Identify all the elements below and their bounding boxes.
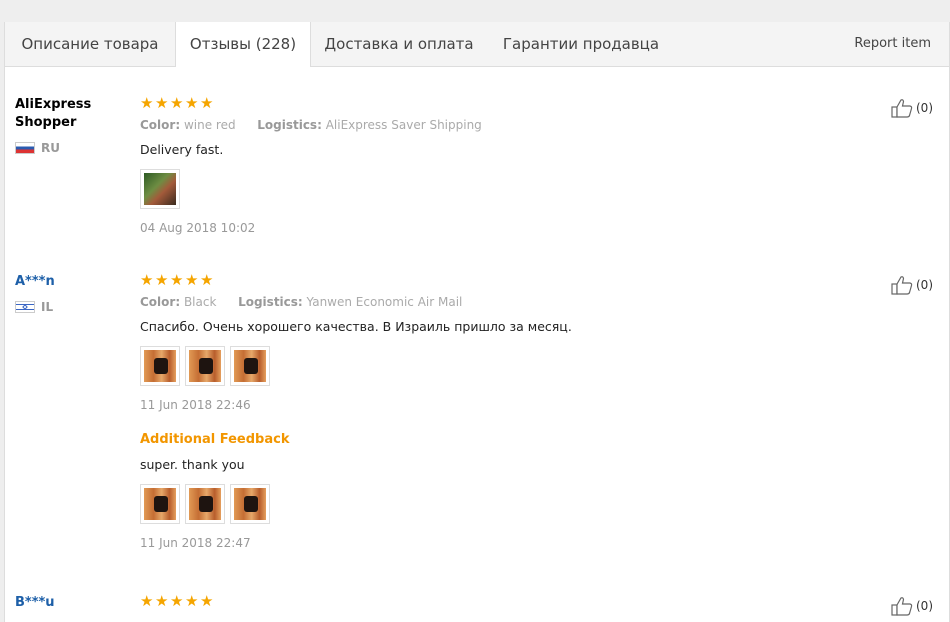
review-photo[interactable] [140, 346, 180, 386]
star-icon: ★ [170, 592, 184, 610]
star-icon: ★ [140, 94, 154, 112]
logistics-value: Yanwen Economic Air Mail [306, 295, 463, 309]
review-photo[interactable] [230, 346, 270, 386]
star-icon: ★ [155, 271, 169, 289]
reviewer-country: IL [15, 300, 53, 314]
tab-shipping[interactable]: Доставка и оплата [310, 22, 488, 66]
helpful-count: (0) [916, 599, 933, 613]
photo-thumbnails [140, 346, 840, 386]
tab-bar: Описание товара Отзывы (228) Доставка и … [5, 22, 949, 67]
review-body: ★ ★ ★ ★ ★ [140, 594, 840, 610]
star-icon: ★ [170, 94, 184, 112]
tab-guarantees[interactable]: Гарантии продавца [488, 22, 674, 66]
thumbs-up-icon [891, 99, 913, 118]
star-icon: ★ [155, 592, 169, 610]
photo-thumbnails [140, 169, 840, 209]
star-icon: ★ [200, 271, 214, 289]
logistics-label: Logistics: [257, 118, 322, 132]
helpful-button[interactable]: (0) [891, 596, 933, 616]
star-icon: ★ [200, 94, 214, 112]
star-icon: ★ [185, 592, 199, 610]
tab-reviews[interactable]: Отзывы (228) [175, 22, 311, 67]
country-code: IL [41, 300, 54, 314]
country-code: RU [41, 141, 60, 155]
reviewer-name: AliExpress Shopper [15, 97, 92, 130]
tab-description[interactable]: Описание товара [5, 22, 175, 66]
star-icon: ★ [170, 271, 184, 289]
russia-flag-icon [15, 142, 35, 154]
logistics-label: Logistics: [238, 295, 303, 309]
star-rating: ★ ★ ★ ★ ★ [140, 96, 840, 112]
additional-feedback-date: 11 Jun 2018 22:47 [140, 536, 251, 550]
thumbs-up-icon [891, 276, 913, 295]
review-body: ★ ★ ★ ★ ★ Color: Black Logistics: Yanwen… [140, 273, 840, 550]
reviewer-name[interactable]: B***u [15, 594, 125, 612]
feedback-text: Спасибо. Очень хорошего качества. В Изра… [140, 319, 572, 334]
color-label: Color: [140, 295, 181, 309]
star-icon: ★ [185, 271, 199, 289]
helpful-count: (0) [916, 278, 933, 292]
reviewer-name[interactable]: A***n [15, 273, 125, 291]
review-photo[interactable] [140, 169, 180, 209]
report-item-link[interactable]: Report item [854, 22, 931, 66]
star-icon: ★ [155, 94, 169, 112]
helpful-button[interactable]: (0) [891, 275, 933, 295]
star-rating: ★ ★ ★ ★ ★ [140, 594, 840, 610]
review-photo[interactable] [185, 346, 225, 386]
feedback-date: 11 Jun 2018 22:46 [140, 398, 251, 412]
logistics-value: AliExpress Saver Shipping [325, 118, 482, 132]
color-label: Color: [140, 118, 181, 132]
review-photo[interactable] [185, 484, 225, 524]
star-icon: ★ [140, 271, 154, 289]
helpful-count: (0) [916, 101, 933, 115]
additional-photo-thumbnails [140, 484, 840, 524]
feedback-date: 04 Aug 2018 10:02 [140, 221, 256, 235]
israel-flag-icon [15, 301, 35, 313]
star-icon: ★ [185, 94, 199, 112]
reviewer-country: RU [15, 141, 60, 155]
star-rating: ★ ★ ★ ★ ★ [140, 273, 840, 289]
color-value: wine red [183, 118, 236, 132]
thumbs-up-icon [891, 597, 913, 616]
feedback-text: Delivery fast. [140, 142, 224, 157]
review-body: ★ ★ ★ ★ ★ Color: wine red Logistics: Ali… [140, 96, 840, 235]
helpful-button[interactable]: (0) [891, 98, 933, 118]
color-value: Black [183, 295, 217, 309]
review-photo[interactable] [230, 484, 270, 524]
review-photo[interactable] [140, 484, 180, 524]
star-icon: ★ [140, 592, 154, 610]
product-panel: Описание товара Отзывы (228) Доставка и … [4, 22, 950, 622]
additional-feedback-heading: Additional Feedback [140, 432, 290, 447]
star-icon: ★ [200, 592, 214, 610]
order-attributes: Color: wine red Logistics: AliExpress Sa… [140, 118, 840, 132]
order-attributes: Color: Black Logistics: Yanwen Economic … [140, 295, 840, 309]
additional-feedback-text: super. thank you [140, 457, 245, 472]
